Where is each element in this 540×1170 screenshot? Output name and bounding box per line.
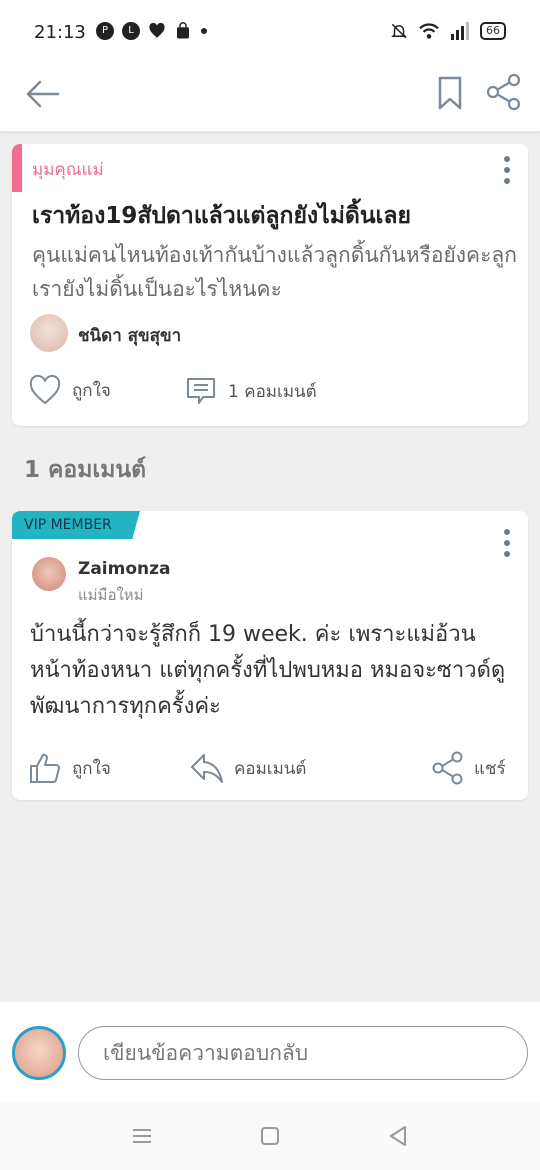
my-avatar bbox=[12, 1026, 66, 1080]
commenter-role: แม่มือใหม่ bbox=[78, 586, 144, 604]
author-avatar[interactable] bbox=[30, 314, 68, 352]
heart-outline-icon bbox=[29, 374, 61, 405]
vip-member-badge: VIP MEMBER bbox=[12, 511, 140, 539]
line-icon: L bbox=[122, 22, 140, 40]
comment-reply-label: คอมเมนต์ bbox=[234, 758, 307, 779]
thumbs-up-icon bbox=[30, 753, 60, 783]
share-icon bbox=[432, 751, 463, 785]
battery-icon: 66 bbox=[480, 22, 506, 40]
notification-icons: P L bbox=[96, 22, 208, 40]
reply-input[interactable] bbox=[78, 1026, 528, 1080]
author-name[interactable]: ชนิดา สุขสุขา bbox=[78, 322, 181, 349]
comment-share-label: แชร์ bbox=[474, 758, 506, 779]
post-comment-count: 1 คอมเมนต์ bbox=[228, 381, 317, 402]
app-bar bbox=[0, 64, 540, 132]
share-icon[interactable] bbox=[486, 72, 522, 112]
system-nav-bar bbox=[0, 1102, 540, 1170]
status-time: 21:13 bbox=[34, 22, 86, 43]
post-comment-button[interactable]: 1 คอมเมนต์ bbox=[184, 374, 317, 408]
reply-bar bbox=[0, 1002, 540, 1102]
wifi-icon bbox=[419, 23, 439, 39]
post-title: เราท้อง19สัปดาแล้วแต่ลูกยังไม่ดิ้นเลย bbox=[32, 203, 411, 229]
comment-like-label: ถูกใจ bbox=[72, 758, 111, 779]
shopping-bag-icon bbox=[177, 22, 189, 39]
post-card: มุมคุณแม่ เราท้อง19สัปดาแล้วแต่ลูกยังไม่… bbox=[12, 144, 528, 426]
menu-icon[interactable] bbox=[130, 1124, 154, 1148]
status-bar: 21:13 P L 66 bbox=[0, 0, 540, 64]
comment-text: บ้านนี้กว่าจะรู้สึกก็ 19 week. ค่ะ เพราะ… bbox=[30, 622, 506, 719]
post-like-label: ถูกใจ bbox=[72, 380, 111, 401]
bookmark-icon[interactable] bbox=[436, 72, 464, 112]
system-icons: 66 bbox=[390, 22, 506, 40]
comment-like-button[interactable]: ถูกใจ bbox=[28, 751, 111, 785]
reply-arrow-icon bbox=[191, 754, 223, 783]
post-category[interactable]: มุมคุณแม่ bbox=[32, 156, 104, 183]
back-arrow-icon[interactable] bbox=[22, 74, 62, 114]
commenter-avatar[interactable] bbox=[32, 557, 66, 591]
back-triangle-icon[interactable] bbox=[386, 1124, 410, 1148]
comment-card: VIP MEMBER Zaimonza แม่มือใหม่ บ้านนี้กว… bbox=[12, 511, 528, 800]
comment-bubble-icon bbox=[187, 378, 215, 404]
comment-share-button[interactable]: แชร์ bbox=[432, 751, 506, 785]
post-more-icon[interactable] bbox=[502, 156, 512, 184]
commenter-name[interactable]: Zaimonza bbox=[78, 559, 171, 579]
comments-heading: 1 คอมเมนต์ bbox=[24, 457, 147, 483]
dot-icon bbox=[201, 28, 207, 34]
mute-bell-icon bbox=[391, 23, 407, 39]
heart-icon bbox=[149, 22, 165, 38]
comment-more-icon[interactable] bbox=[502, 529, 512, 557]
pinterest-icon: P bbox=[96, 22, 114, 40]
signal-icon bbox=[451, 22, 469, 40]
home-square-icon[interactable] bbox=[258, 1124, 282, 1148]
comment-reply-button[interactable]: คอมเมนต์ bbox=[190, 751, 306, 785]
post-like-button[interactable]: ถูกใจ bbox=[28, 374, 111, 406]
category-accent-bar bbox=[12, 144, 22, 192]
post-body: คุนแม่คนไหนท้องเท้ากันบ้างแล้วลูกดิ้นกัน… bbox=[32, 243, 517, 301]
